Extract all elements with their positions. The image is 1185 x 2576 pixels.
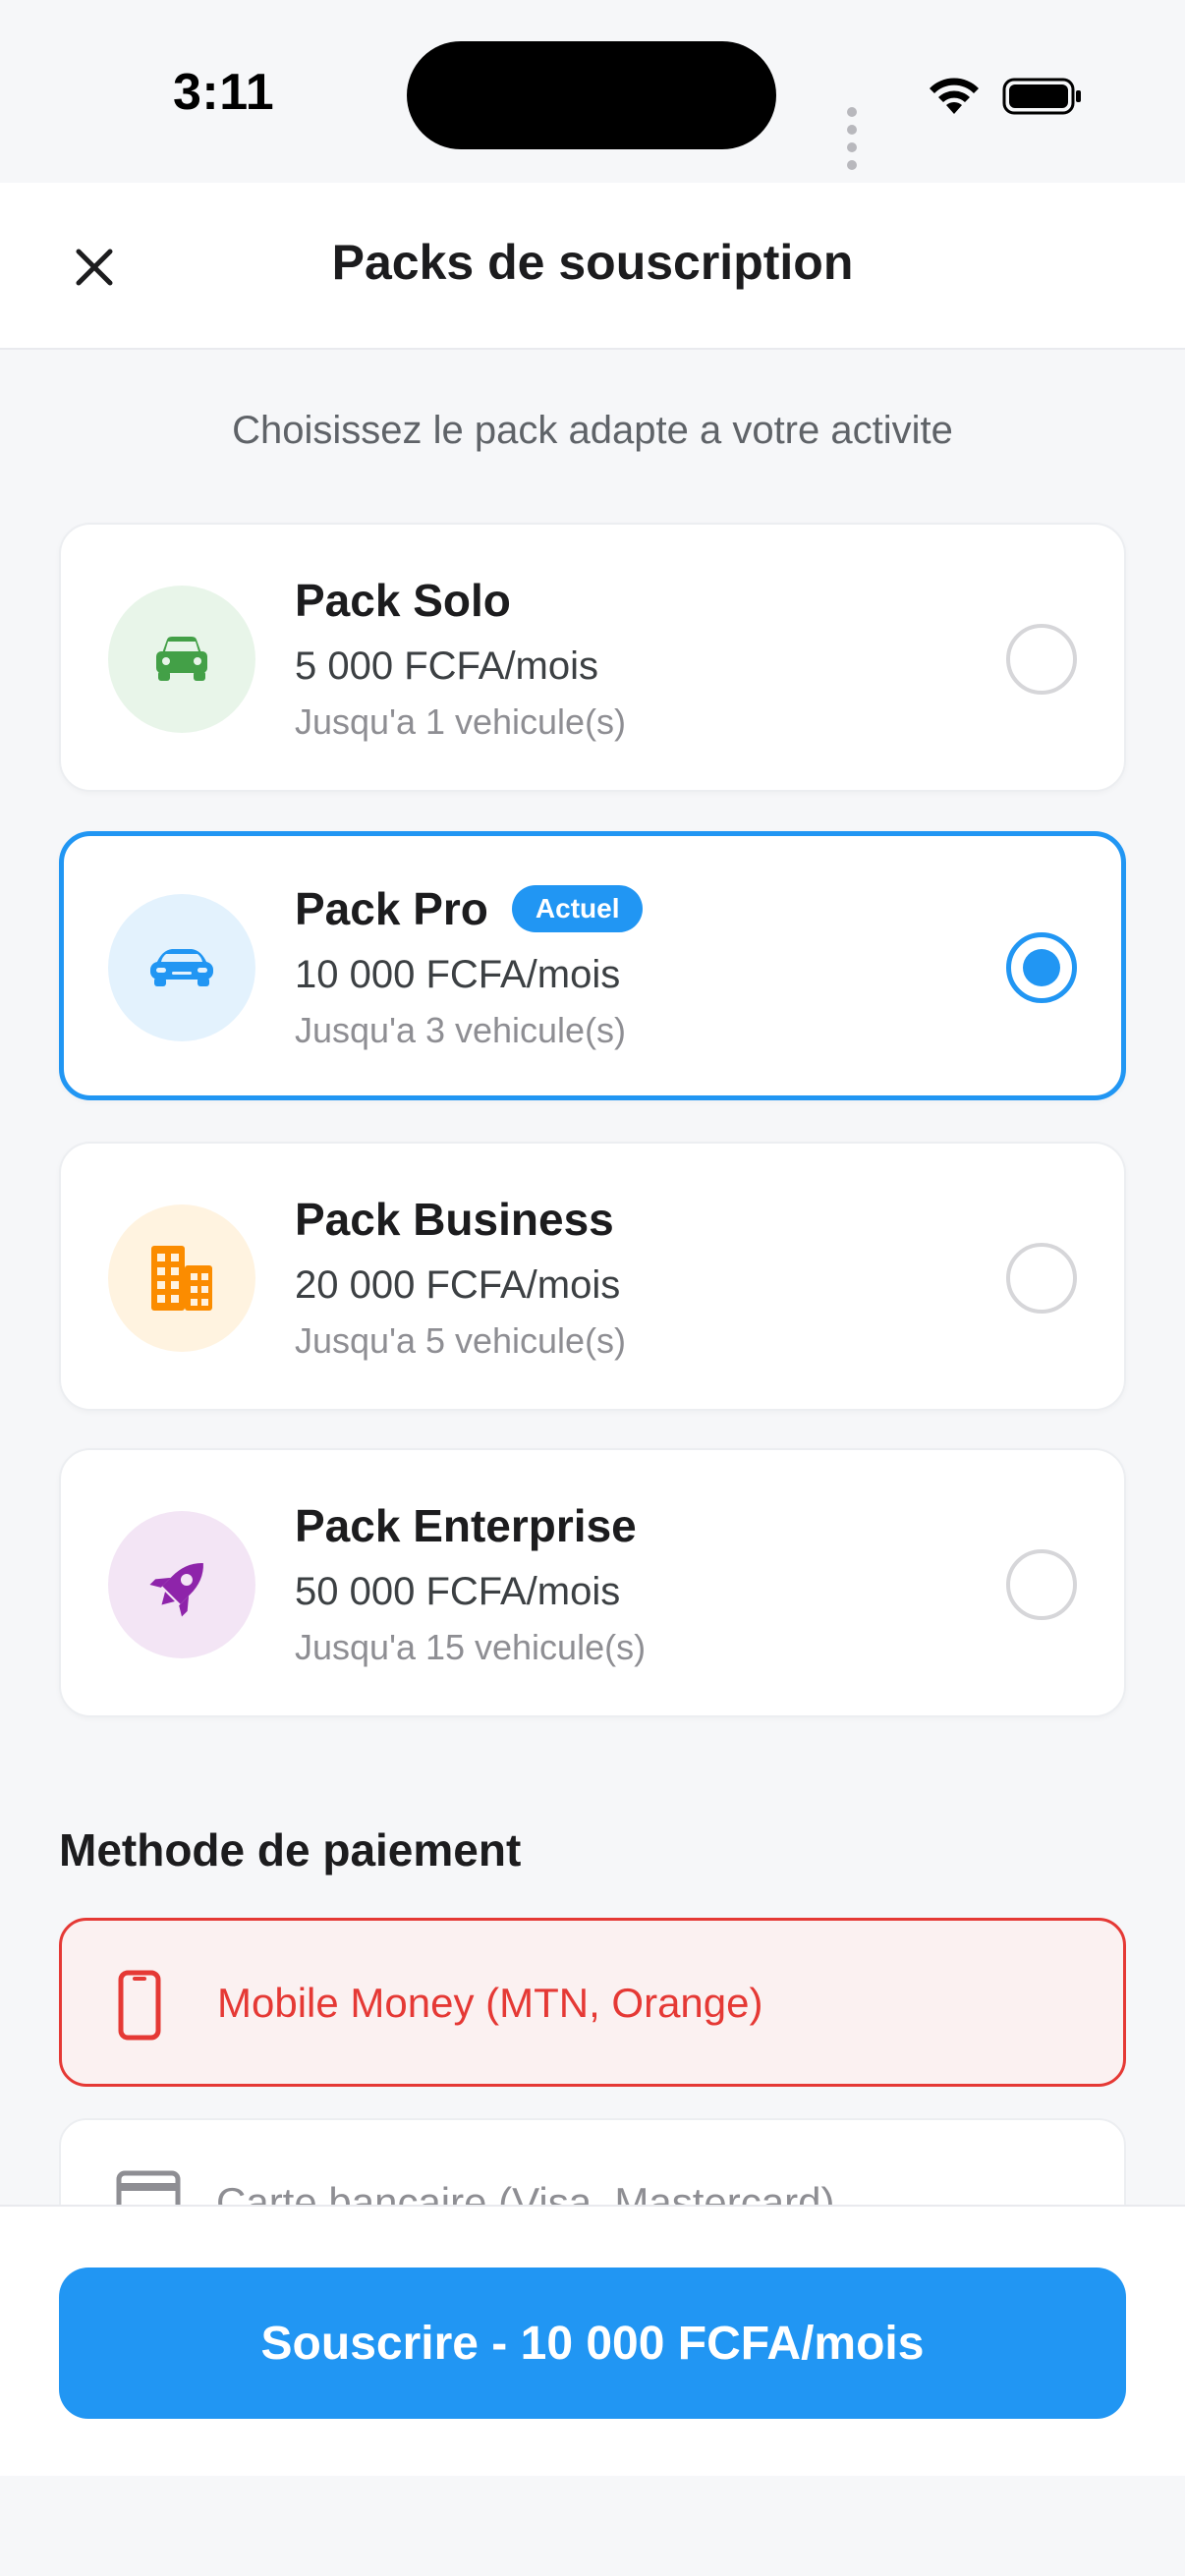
- status-time: 3:11: [173, 64, 275, 121]
- signal-icon: [847, 104, 862, 175]
- pack-name: Pack Pro: [295, 883, 488, 934]
- pack-radio[interactable]: [1006, 932, 1077, 1003]
- pack-limit: Jusqu'a 3 vehicule(s): [295, 1010, 627, 1050]
- pack-limit: Jusqu'a 5 vehicule(s): [295, 1320, 627, 1361]
- pack-card-enterprise[interactable]: Pack Enterprise 50 000 FCFA/mois Jusqu'a…: [59, 1448, 1126, 1717]
- subtitle: Choisissez le pack adapte a votre activi…: [232, 409, 953, 452]
- pack-name: Pack Enterprise: [295, 1500, 637, 1551]
- subscribe-button[interactable]: Souscrire - 10 000 FCFA/mois: [59, 2268, 1126, 2419]
- pack-card-business[interactable]: Pack Business 20 000 FCFA/mois Jusqu'a 5…: [59, 1142, 1126, 1411]
- pack-icon-circle: [108, 1511, 255, 1658]
- pack-limit: Jusqu'a 15 vehicule(s): [295, 1627, 647, 1667]
- bottom-bar: Souscrire - 10 000 FCFA/mois: [0, 2205, 1185, 2476]
- status-bar: 3:11: [0, 0, 1185, 183]
- pack-icon-circle: [108, 894, 255, 1041]
- pack-price: 10 000 FCFA/mois: [295, 953, 621, 996]
- payment-section-title: Methode de paiement: [59, 1824, 522, 1876]
- rocket-icon: [149, 1563, 203, 1617]
- pack-card-pro[interactable]: Pack Pro Actuel 10 000 FCFA/mois Jusqu'a…: [59, 831, 1126, 1100]
- pack-price: 50 000 FCFA/mois: [295, 1570, 621, 1613]
- pack-name-row: Pack Enterprise: [295, 1499, 637, 1552]
- building-icon: [151, 1246, 212, 1311]
- pack-radio[interactable]: [1006, 1549, 1077, 1620]
- pack-name-row: Pack Pro Actuel: [295, 882, 644, 935]
- header: Packs de souscription: [0, 183, 1185, 350]
- pack-radio[interactable]: [1006, 1243, 1077, 1314]
- page-title: Packs de souscription: [331, 235, 854, 290]
- payment-option-mobile-money[interactable]: Mobile Money (MTN, Orange): [59, 1918, 1126, 2087]
- current-badge: Actuel: [511, 885, 644, 932]
- pack-name: Pack Solo: [295, 575, 511, 626]
- pack-price: 20 000 FCFA/mois: [295, 1263, 621, 1307]
- phone-icon: [118, 1970, 161, 2041]
- pack-name-row: Pack Solo: [295, 574, 511, 627]
- sports-car-icon: [150, 949, 213, 986]
- pack-price: 5 000 FCFA/mois: [295, 644, 599, 688]
- pack-icon-circle: [108, 586, 255, 733]
- pack-name-row: Pack Business: [295, 1193, 614, 1246]
- pack-card-solo[interactable]: Pack Solo 5 000 FCFA/mois Jusqu'a 1 vehi…: [59, 523, 1126, 792]
- battery-icon: [1002, 78, 1081, 115]
- car-icon: [156, 637, 207, 681]
- pack-name: Pack Business: [295, 1194, 614, 1245]
- pack-limit: Jusqu'a 1 vehicule(s): [295, 701, 627, 742]
- radio-selected-dot: [1023, 949, 1060, 986]
- payment-option-label: Mobile Money (MTN, Orange): [217, 1980, 763, 2026]
- dynamic-island: [407, 41, 776, 149]
- pack-icon-circle: [108, 1204, 255, 1352]
- wifi-icon: [930, 78, 979, 114]
- pack-radio[interactable]: [1006, 624, 1077, 695]
